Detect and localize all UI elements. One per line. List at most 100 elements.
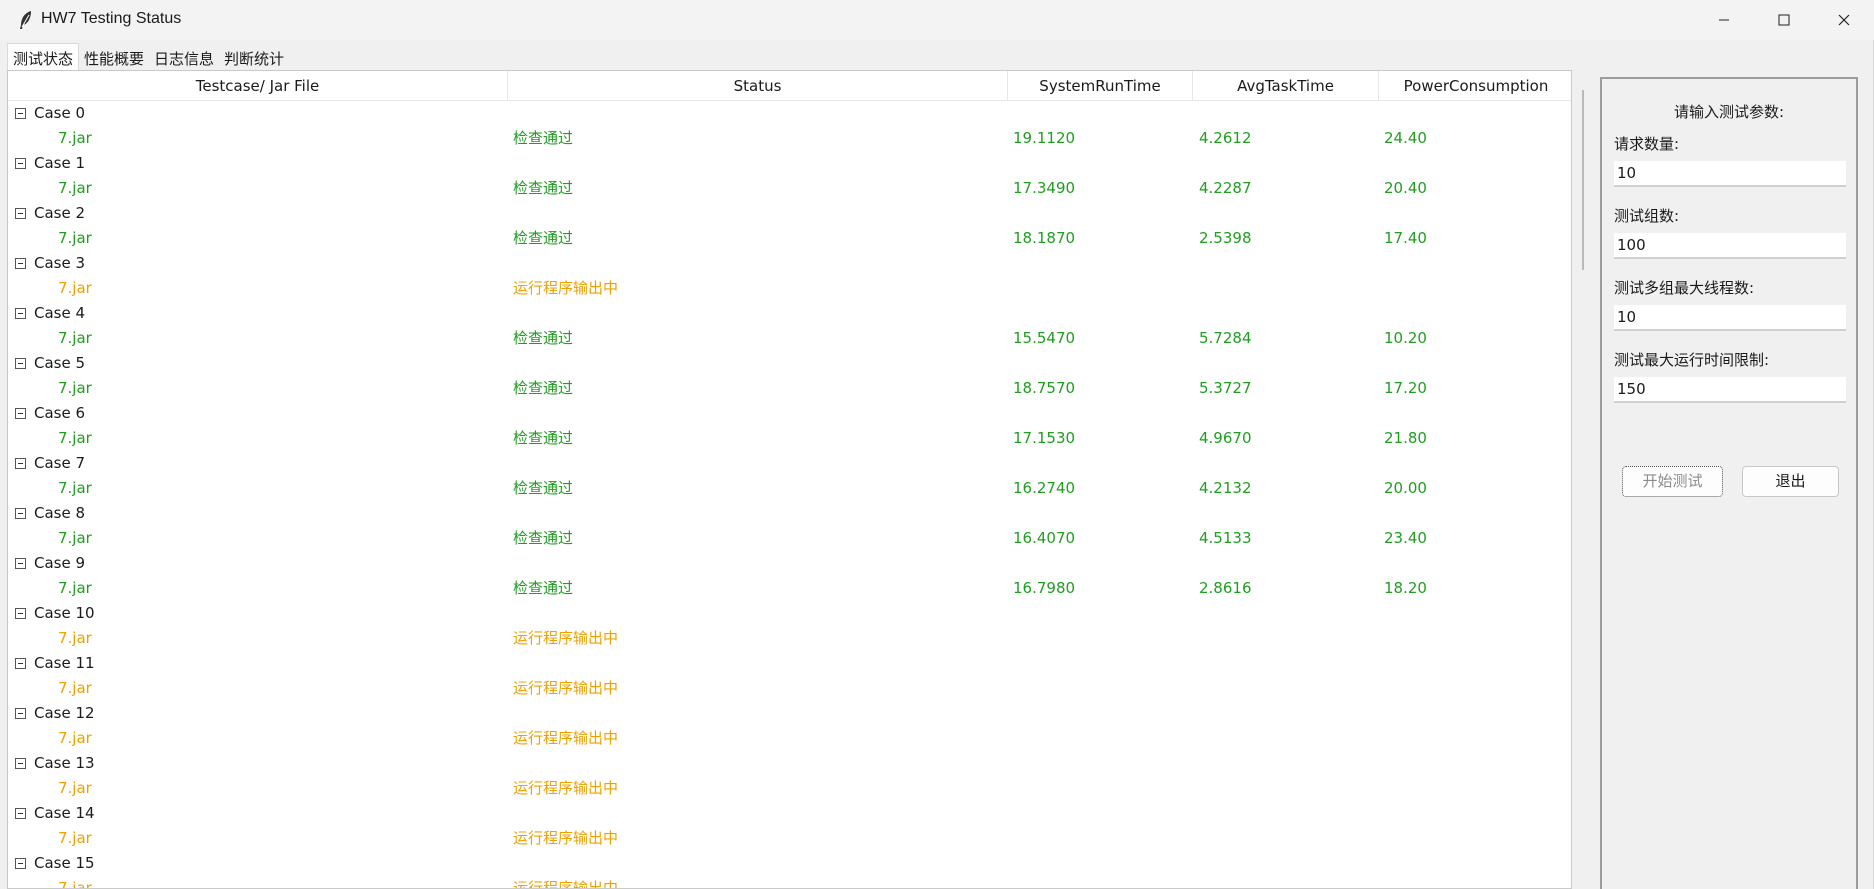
max-runtime-input[interactable] [1614, 377, 1846, 403]
collapse-icon[interactable] [15, 858, 26, 869]
case-label: Case 10 [34, 604, 95, 622]
jar-file-cell: 7.jar [58, 429, 92, 447]
minimize-button[interactable] [1694, 0, 1754, 40]
tree-case-row[interactable]: Case 11 [8, 651, 1571, 676]
collapse-icon[interactable] [15, 458, 26, 469]
column-header-avg-task-time[interactable]: AvgTaskTime [1193, 71, 1379, 101]
collapse-icon[interactable] [15, 408, 26, 419]
tree-jar-row[interactable]: 7.jar 检查通过 18.1870 2.5398 17.40 [8, 226, 1571, 251]
tree-jar-row[interactable]: 7.jar 检查通过 16.2740 4.2132 20.00 [8, 476, 1571, 501]
avg-task-time-cell: 5.7284 [1199, 329, 1252, 347]
tree-case-row[interactable]: Case 8 [8, 501, 1571, 526]
group-count-label: 测试组数: [1614, 207, 1680, 225]
status-cell: 运行程序输出中 [513, 829, 619, 847]
tree-jar-row[interactable]: 7.jar 检查通过 17.1530 4.9670 21.80 [8, 426, 1571, 451]
tree-case-row[interactable]: Case 15 [8, 851, 1571, 876]
status-cell: 检查通过 [513, 529, 574, 547]
case-label: Case 1 [34, 154, 86, 172]
tree-jar-row[interactable]: 7.jar 运行程序输出中 [8, 876, 1571, 889]
tree-jar-row[interactable]: 7.jar 检查通过 15.5470 5.7284 10.20 [8, 326, 1571, 351]
collapse-icon[interactable] [15, 108, 26, 119]
tree-case-row[interactable]: Case 1 [8, 151, 1571, 176]
collapse-icon[interactable] [15, 758, 26, 769]
window-title: HW7 Testing Status [41, 10, 182, 27]
minimize-icon [1719, 19, 1729, 21]
tab-performance-summary[interactable]: 性能概要 [79, 45, 149, 73]
tree-jar-row[interactable]: 7.jar 检查通过 16.7980 2.8616 18.20 [8, 576, 1571, 601]
tree-jar-row[interactable]: 7.jar 运行程序输出中 [8, 626, 1571, 651]
vertical-scrollbar[interactable] [1582, 90, 1584, 270]
jar-file-cell: 7.jar [58, 229, 92, 247]
tab-log-info[interactable]: 日志信息 [149, 45, 219, 73]
maximize-icon [1778, 14, 1790, 26]
tree-case-row[interactable]: Case 13 [8, 751, 1571, 776]
exit-button[interactable]: 退出 [1742, 466, 1839, 497]
collapse-icon[interactable] [15, 708, 26, 719]
group-count-input[interactable] [1614, 233, 1846, 259]
system-run-time-cell: 18.7570 [1013, 379, 1076, 397]
column-header-system-run-time[interactable]: SystemRunTime [1008, 71, 1193, 101]
collapse-icon[interactable] [15, 508, 26, 519]
status-cell: 检查通过 [513, 179, 574, 197]
maximize-button[interactable] [1754, 0, 1814, 40]
params-title: 请输入测试参数: [1673, 103, 1785, 121]
tree-case-row[interactable]: Case 5 [8, 351, 1571, 376]
status-cell: 检查通过 [513, 329, 574, 347]
title-bar: HW7 Testing Status [0, 0, 1874, 40]
collapse-icon[interactable] [15, 208, 26, 219]
tree-case-row[interactable]: Case 4 [8, 301, 1571, 326]
collapse-icon[interactable] [15, 258, 26, 269]
tree-jar-row[interactable]: 7.jar 检查通过 16.4070 4.5133 23.40 [8, 526, 1571, 551]
tree-jar-row[interactable]: 7.jar 运行程序输出中 [8, 276, 1571, 301]
tree-case-row[interactable]: Case 7 [8, 451, 1571, 476]
tree-case-row[interactable]: Case 12 [8, 701, 1571, 726]
tree-case-row[interactable]: Case 6 [8, 401, 1571, 426]
testcase-tree[interactable]: Testcase/ Jar File Status SystemRunTime … [7, 70, 1572, 889]
jar-file-cell: 7.jar [58, 129, 92, 147]
tree-case-row[interactable]: Case 3 [8, 251, 1571, 276]
case-label: Case 13 [34, 754, 95, 772]
close-button[interactable] [1814, 0, 1874, 40]
tree-jar-row[interactable]: 7.jar 检查通过 19.1120 4.2612 24.40 [8, 126, 1571, 151]
power-consumption-cell: 18.20 [1384, 579, 1427, 597]
start-test-button[interactable]: 开始测试 [1622, 466, 1723, 497]
close-icon [1838, 14, 1850, 26]
max-threads-input[interactable] [1614, 305, 1846, 331]
tree-jar-row[interactable]: 7.jar 运行程序输出中 [8, 726, 1571, 751]
status-cell: 运行程序输出中 [513, 879, 619, 889]
max-runtime-label: 测试最大运行时间限制: [1614, 351, 1770, 369]
tab-judge-stats[interactable]: 判断统计 [219, 45, 289, 73]
collapse-icon[interactable] [15, 308, 26, 319]
power-consumption-cell: 20.00 [1384, 479, 1427, 497]
collapse-icon[interactable] [15, 158, 26, 169]
tree-case-row[interactable]: Case 2 [8, 201, 1571, 226]
system-run-time-cell: 16.2740 [1013, 479, 1076, 497]
power-consumption-cell: 17.40 [1384, 229, 1427, 247]
column-header-testcase[interactable]: Testcase/ Jar File [8, 71, 508, 101]
tree-case-row[interactable]: Case 10 [8, 601, 1571, 626]
tree-header: Testcase/ Jar File Status SystemRunTime … [8, 71, 1571, 101]
tree-case-row[interactable]: Case 0 [8, 101, 1571, 126]
tab-test-status[interactable]: 测试状态 [7, 43, 80, 73]
jar-file-cell: 7.jar [58, 629, 92, 647]
collapse-icon[interactable] [15, 608, 26, 619]
collapse-icon[interactable] [15, 808, 26, 819]
tree-jar-row[interactable]: 7.jar 检查通过 18.7570 5.3727 17.20 [8, 376, 1571, 401]
column-header-status[interactable]: Status [508, 71, 1008, 101]
tree-jar-row[interactable]: 7.jar 运行程序输出中 [8, 826, 1571, 851]
tree-case-row[interactable]: Case 9 [8, 551, 1571, 576]
request-count-input[interactable] [1614, 161, 1846, 187]
tree-jar-row[interactable]: 7.jar 检查通过 17.3490 4.2287 20.40 [8, 176, 1571, 201]
tree-jar-row[interactable]: 7.jar 运行程序输出中 [8, 676, 1571, 701]
column-header-power-consumption[interactable]: PowerConsumption [1379, 71, 1571, 101]
jar-file-cell: 7.jar [58, 479, 92, 497]
request-count-label: 请求数量: [1614, 135, 1680, 153]
collapse-icon[interactable] [15, 358, 26, 369]
power-consumption-cell: 10.20 [1384, 329, 1427, 347]
collapse-icon[interactable] [15, 558, 26, 569]
tree-jar-row[interactable]: 7.jar 运行程序输出中 [8, 776, 1571, 801]
collapse-icon[interactable] [15, 658, 26, 669]
params-panel: 请输入测试参数: 请求数量: 测试组数: 测试多组最大线程数: 测试最大运行时间… [1600, 77, 1858, 889]
avg-task-time-cell: 5.3727 [1199, 379, 1252, 397]
tree-case-row[interactable]: Case 14 [8, 801, 1571, 826]
